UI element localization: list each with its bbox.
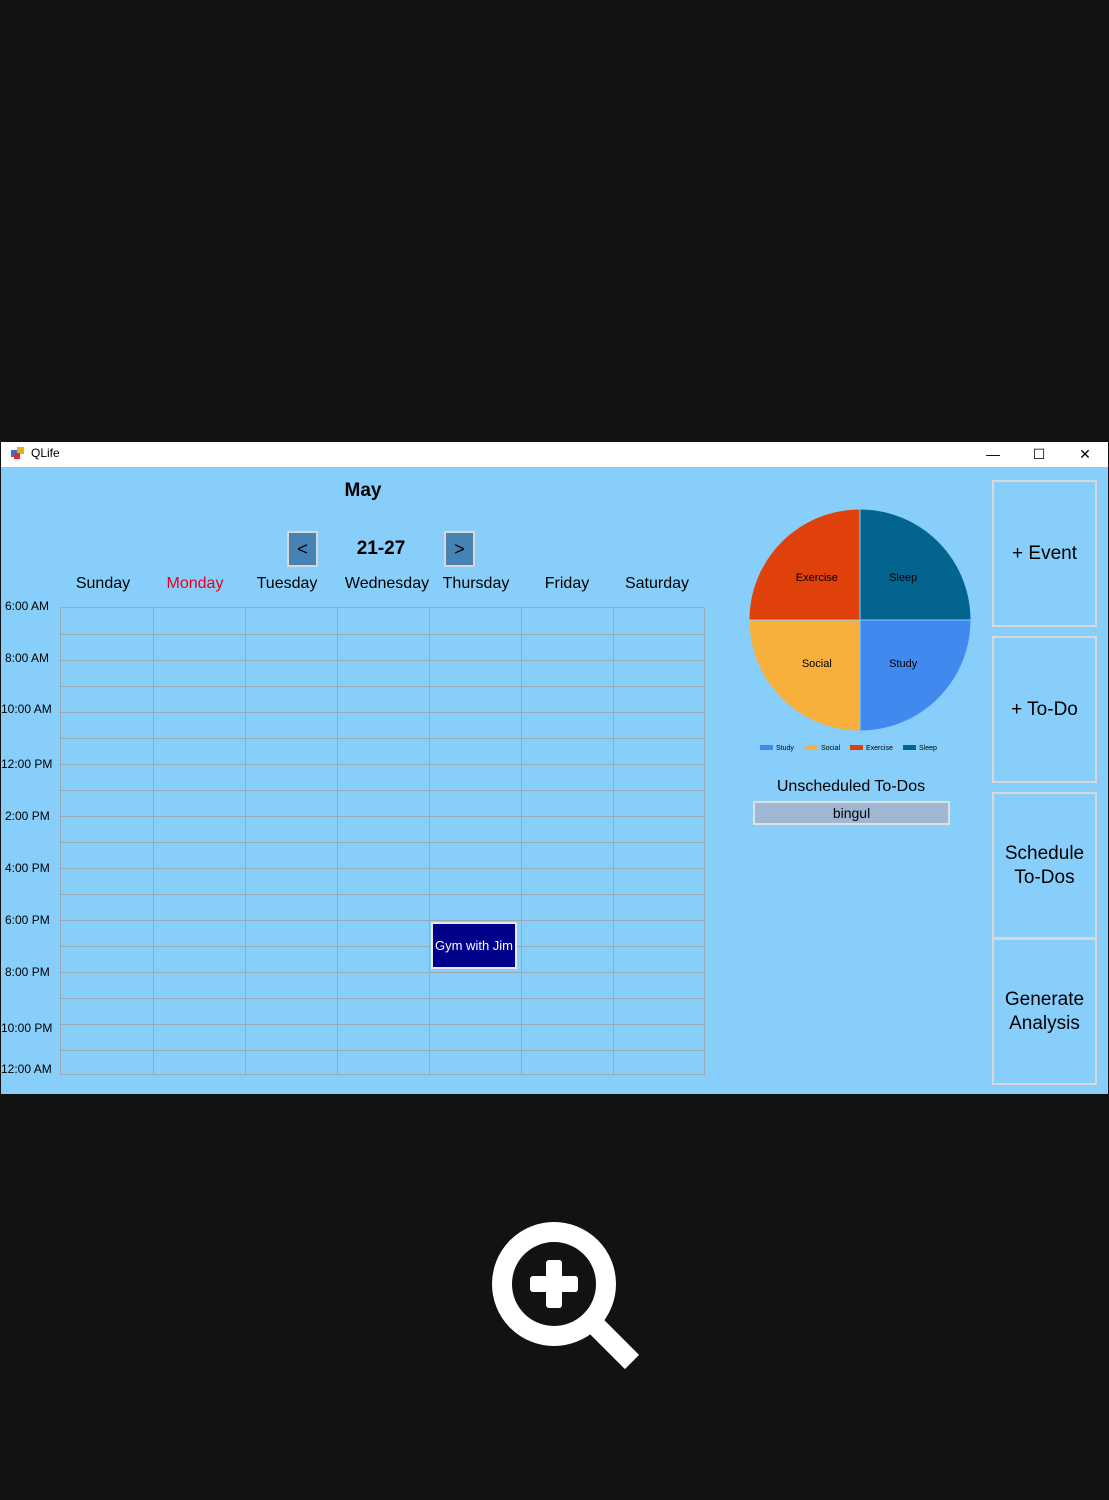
day-header-wednesday: Wednesday: [344, 575, 430, 592]
day-header-sunday: Sunday: [75, 575, 131, 592]
month-title: May: [344, 480, 382, 501]
grid-row-divider: [61, 816, 704, 817]
day-header-thursday: Thursday: [442, 575, 510, 592]
grid-row-divider: [61, 1024, 704, 1025]
grid-row-divider: [61, 972, 704, 973]
prev-week-button[interactable]: <: [287, 531, 318, 567]
schedule-todos-button[interactable]: Schedule To-Dos: [992, 792, 1097, 939]
time-label: 6:00 AM: [5, 599, 50, 613]
legend-label-exercise: Exercise: [866, 745, 893, 752]
time-label: 12:00 AM: [1, 1062, 52, 1076]
time-label: 6:00 PM: [5, 913, 50, 927]
day-header-tuesday: Tuesday: [256, 575, 318, 592]
grid-column-divider: [245, 608, 246, 1074]
grid-column-divider: [613, 608, 614, 1074]
legend-label-social: Social: [821, 745, 841, 752]
title-bar: QLife — ☐ ✕: [1, 442, 1108, 467]
grid-row-divider: [61, 842, 704, 843]
grid-row-divider: [61, 712, 704, 713]
legend-label-sleep: Sleep: [919, 745, 937, 752]
add-todo-button[interactable]: + To-Do: [992, 636, 1097, 783]
calendar-grid[interactable]: [60, 607, 705, 1075]
time-label: 4:00 PM: [5, 861, 50, 875]
zoom-in-icon[interactable]: [490, 1220, 640, 1370]
grid-column-divider: [521, 608, 522, 1074]
pie-slice-sleep: [859, 508, 972, 621]
day-header-friday: Friday: [544, 575, 590, 592]
grid-row-divider: [61, 660, 704, 661]
window-title: QLife: [31, 446, 60, 460]
pie-slice-exercise: [748, 508, 861, 621]
calendar-event[interactable]: Gym with Jim: [431, 922, 517, 969]
unscheduled-todos-label: Unscheduled To-Dos: [776, 778, 926, 795]
grid-row-divider: [61, 634, 704, 635]
day-header-monday: Monday: [166, 575, 224, 592]
grid-row-divider: [61, 920, 704, 921]
grid-row-divider: [61, 1050, 704, 1051]
time-label: 10:00 AM: [1, 702, 52, 716]
grid-row-divider: [61, 764, 704, 765]
grid-row-divider: [61, 946, 704, 947]
pie-label-social: Social: [802, 658, 832, 670]
pie-slice-social: [748, 619, 861, 732]
qlife-window: QLife — ☐ ✕ May < 21-27 > Sunday Monday Tu…: [1, 442, 1108, 1094]
maximize-button[interactable]: ☐: [1016, 442, 1062, 467]
grid-row-divider: [61, 790, 704, 791]
legend-swatch-study: [760, 745, 773, 750]
pie-label-study: Study: [889, 658, 918, 670]
grid-column-divider: [429, 608, 430, 1074]
legend-swatch-exercise: [850, 745, 863, 750]
time-label: 8:00 AM: [5, 651, 50, 665]
minimize-button[interactable]: —: [970, 442, 1016, 467]
legend-swatch-social: [805, 745, 818, 750]
grid-column-divider: [153, 608, 154, 1074]
next-week-button[interactable]: >: [444, 531, 475, 567]
legend-swatch-sleep: [903, 745, 916, 750]
grid-column-divider: [337, 608, 338, 1074]
grid-row-divider: [61, 738, 704, 739]
pie-label-exercise: Exercise: [796, 572, 838, 584]
grid-row-divider: [61, 868, 704, 869]
legend-label-study: Study: [776, 745, 794, 752]
time-label: 8:00 PM: [5, 965, 50, 979]
day-header-saturday: Saturday: [624, 575, 690, 592]
grid-row-divider: [61, 686, 704, 687]
time-label: 2:00 PM: [5, 809, 50, 823]
grid-row-divider: [61, 998, 704, 999]
pie-slice-study: [859, 619, 972, 732]
close-button[interactable]: ✕: [1062, 442, 1108, 467]
generate-analysis-button[interactable]: Generate Analysis: [992, 938, 1097, 1085]
app-icon: [11, 447, 24, 459]
pie-label-sleep: Sleep: [889, 572, 917, 584]
week-range: 21-27: [356, 538, 406, 559]
activity-pie-chart: Study Social Exercise Sleep Study Social Exerc…: [748, 508, 972, 752]
time-label: 10:00 PM: [1, 1021, 53, 1035]
time-label: 12:00 PM: [1, 757, 53, 771]
grid-row-divider: [61, 894, 704, 895]
add-event-button[interactable]: + Event: [992, 480, 1097, 627]
todo-item[interactable]: bingul: [753, 801, 950, 825]
